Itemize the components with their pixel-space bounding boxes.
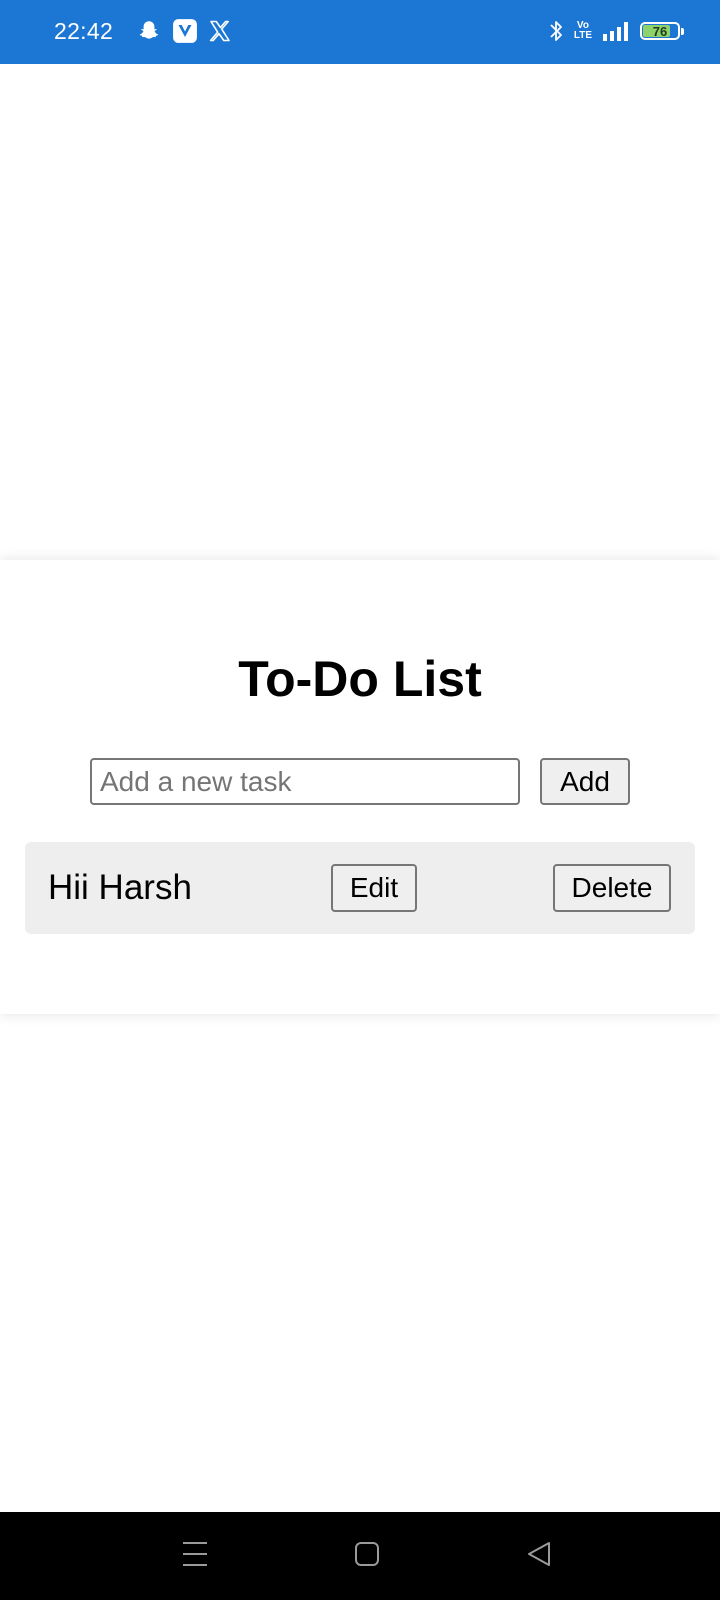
todo-card: To-Do List Add Hii Harsh Edit Delete (0, 560, 720, 1014)
home-icon[interactable] (354, 1540, 380, 1568)
battery-icon: 76 (640, 22, 684, 40)
system-icons: Vo LTE 76 (548, 18, 684, 44)
task-text: Hii Harsh (48, 868, 192, 907)
status-time: 22:42 (54, 18, 114, 44)
battery-level: 76 (652, 23, 668, 39)
page-title: To-Do List (238, 651, 482, 707)
edit-task-button[interactable]: Edit (331, 864, 417, 912)
volte-bottom-text: LTE (573, 30, 592, 41)
screen: 22:42 Vo LTE 76 To-Do List Add a new tas… (0, 0, 720, 1600)
status-bar: 22:42 Vo LTE 76 (0, 0, 720, 64)
snapchat-icon (136, 18, 162, 44)
delete-task-button[interactable]: Delete (553, 864, 671, 912)
task-item: Hii Harsh Edit Delete (25, 842, 695, 934)
back-icon[interactable] (526, 1540, 552, 1568)
bluetooth-icon (548, 18, 564, 44)
notification-icons (136, 18, 232, 44)
signal-icon (602, 20, 630, 42)
add-task-button[interactable]: Add (540, 758, 630, 805)
volte-icon: Vo LTE (574, 21, 592, 41)
battery-tip (681, 28, 684, 35)
new-task-input[interactable] (90, 758, 520, 805)
navigation-bar (0, 1512, 720, 1600)
v-app-icon (172, 18, 198, 44)
x-icon (208, 19, 232, 43)
recents-icon[interactable] (182, 1540, 208, 1568)
